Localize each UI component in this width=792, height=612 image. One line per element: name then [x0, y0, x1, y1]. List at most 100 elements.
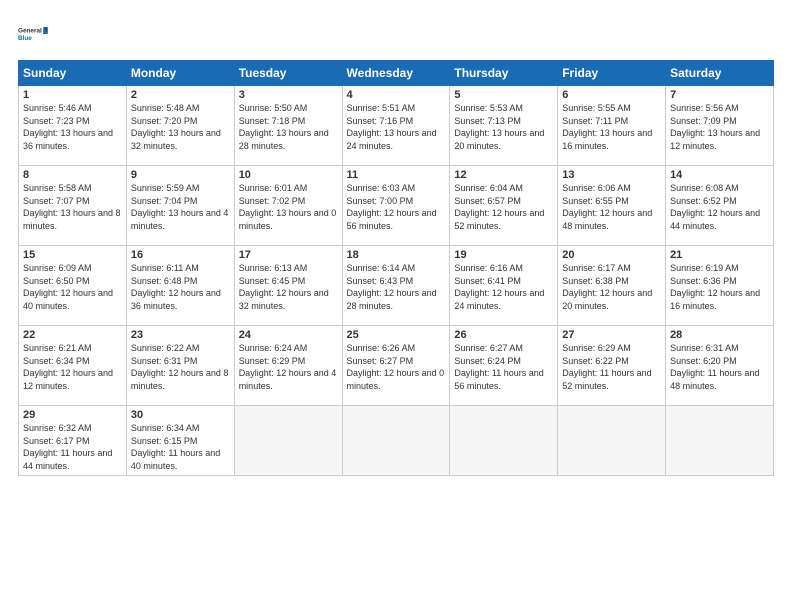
calendar-cell: 26Sunrise: 6:27 AMSunset: 6:24 PMDayligh…: [450, 326, 558, 406]
day-number: 22: [23, 329, 122, 341]
day-number: 26: [454, 329, 553, 341]
day-info: Sunrise: 6:26 AMSunset: 6:27 PMDaylight:…: [347, 342, 446, 392]
calendar-cell: 19Sunrise: 6:16 AMSunset: 6:41 PMDayligh…: [450, 246, 558, 326]
day-number: 18: [347, 249, 446, 261]
day-number: 14: [670, 169, 769, 181]
day-info: Sunrise: 6:21 AMSunset: 6:34 PMDaylight:…: [23, 342, 122, 392]
day-number: 24: [239, 329, 338, 341]
day-info: Sunrise: 6:16 AMSunset: 6:41 PMDaylight:…: [454, 262, 553, 312]
day-info: Sunrise: 5:53 AMSunset: 7:13 PMDaylight:…: [454, 102, 553, 152]
day-info: Sunrise: 6:11 AMSunset: 6:48 PMDaylight:…: [131, 262, 230, 312]
calendar-cell: 10Sunrise: 6:01 AMSunset: 7:02 PMDayligh…: [234, 166, 342, 246]
week-row-5: 29Sunrise: 6:32 AMSunset: 6:17 PMDayligh…: [19, 406, 774, 476]
day-info: Sunrise: 5:46 AMSunset: 7:23 PMDaylight:…: [23, 102, 122, 152]
calendar-cell: 29Sunrise: 6:32 AMSunset: 6:17 PMDayligh…: [19, 406, 127, 476]
calendar-cell: 27Sunrise: 6:29 AMSunset: 6:22 PMDayligh…: [558, 326, 666, 406]
calendar-cell: 25Sunrise: 6:26 AMSunset: 6:27 PMDayligh…: [342, 326, 450, 406]
calendar-cell: 16Sunrise: 6:11 AMSunset: 6:48 PMDayligh…: [126, 246, 234, 326]
day-number: 9: [131, 169, 230, 181]
week-row-4: 22Sunrise: 6:21 AMSunset: 6:34 PMDayligh…: [19, 326, 774, 406]
day-number: 4: [347, 89, 446, 101]
day-number: 6: [562, 89, 661, 101]
day-number: 19: [454, 249, 553, 261]
calendar-cell: 28Sunrise: 6:31 AMSunset: 6:20 PMDayligh…: [666, 326, 774, 406]
day-number: 25: [347, 329, 446, 341]
day-number: 11: [347, 169, 446, 181]
day-info: Sunrise: 5:56 AMSunset: 7:09 PMDaylight:…: [670, 102, 769, 152]
calendar-cell: [450, 406, 558, 476]
day-info: Sunrise: 5:55 AMSunset: 7:11 PMDaylight:…: [562, 102, 661, 152]
calendar-cell: 15Sunrise: 6:09 AMSunset: 6:50 PMDayligh…: [19, 246, 127, 326]
calendar-cell: 23Sunrise: 6:22 AMSunset: 6:31 PMDayligh…: [126, 326, 234, 406]
calendar-cell: 13Sunrise: 6:06 AMSunset: 6:55 PMDayligh…: [558, 166, 666, 246]
day-info: Sunrise: 6:09 AMSunset: 6:50 PMDaylight:…: [23, 262, 122, 312]
day-info: Sunrise: 6:34 AMSunset: 6:15 PMDaylight:…: [131, 422, 230, 472]
weekday-header-tuesday: Tuesday: [234, 61, 342, 86]
svg-text:General: General: [18, 28, 42, 35]
calendar-cell: 5Sunrise: 5:53 AMSunset: 7:13 PMDaylight…: [450, 86, 558, 166]
day-number: 30: [131, 409, 230, 421]
day-number: 28: [670, 329, 769, 341]
calendar-cell: 17Sunrise: 6:13 AMSunset: 6:45 PMDayligh…: [234, 246, 342, 326]
day-info: Sunrise: 6:13 AMSunset: 6:45 PMDaylight:…: [239, 262, 338, 312]
day-info: Sunrise: 6:29 AMSunset: 6:22 PMDaylight:…: [562, 342, 661, 392]
calendar-cell: 12Sunrise: 6:04 AMSunset: 6:57 PMDayligh…: [450, 166, 558, 246]
day-info: Sunrise: 6:32 AMSunset: 6:17 PMDaylight:…: [23, 422, 122, 472]
calendar-cell: 3Sunrise: 5:50 AMSunset: 7:18 PMDaylight…: [234, 86, 342, 166]
day-number: 7: [670, 89, 769, 101]
day-number: 5: [454, 89, 553, 101]
day-info: Sunrise: 5:48 AMSunset: 7:20 PMDaylight:…: [131, 102, 230, 152]
day-number: 12: [454, 169, 553, 181]
day-number: 27: [562, 329, 661, 341]
day-number: 10: [239, 169, 338, 181]
day-number: 3: [239, 89, 338, 101]
day-info: Sunrise: 6:03 AMSunset: 7:00 PMDaylight:…: [347, 182, 446, 232]
day-number: 13: [562, 169, 661, 181]
calendar-cell: 1Sunrise: 5:46 AMSunset: 7:23 PMDaylight…: [19, 86, 127, 166]
logo-icon: GeneralBlue: [18, 18, 50, 50]
day-number: 21: [670, 249, 769, 261]
day-info: Sunrise: 6:31 AMSunset: 6:20 PMDaylight:…: [670, 342, 769, 392]
calendar-table: SundayMondayTuesdayWednesdayThursdayFrid…: [18, 60, 774, 476]
week-row-3: 15Sunrise: 6:09 AMSunset: 6:50 PMDayligh…: [19, 246, 774, 326]
week-row-1: 1Sunrise: 5:46 AMSunset: 7:23 PMDaylight…: [19, 86, 774, 166]
day-info: Sunrise: 6:17 AMSunset: 6:38 PMDaylight:…: [562, 262, 661, 312]
calendar-cell: 30Sunrise: 6:34 AMSunset: 6:15 PMDayligh…: [126, 406, 234, 476]
day-number: 8: [23, 169, 122, 181]
calendar-cell: 22Sunrise: 6:21 AMSunset: 6:34 PMDayligh…: [19, 326, 127, 406]
calendar-cell: 9Sunrise: 5:59 AMSunset: 7:04 PMDaylight…: [126, 166, 234, 246]
calendar-cell: 11Sunrise: 6:03 AMSunset: 7:00 PMDayligh…: [342, 166, 450, 246]
day-number: 15: [23, 249, 122, 261]
day-info: Sunrise: 5:58 AMSunset: 7:07 PMDaylight:…: [23, 182, 122, 232]
day-info: Sunrise: 6:06 AMSunset: 6:55 PMDaylight:…: [562, 182, 661, 232]
day-info: Sunrise: 6:27 AMSunset: 6:24 PMDaylight:…: [454, 342, 553, 392]
day-info: Sunrise: 6:24 AMSunset: 6:29 PMDaylight:…: [239, 342, 338, 392]
calendar-cell: 20Sunrise: 6:17 AMSunset: 6:38 PMDayligh…: [558, 246, 666, 326]
weekday-header-wednesday: Wednesday: [342, 61, 450, 86]
calendar-cell: 14Sunrise: 6:08 AMSunset: 6:52 PMDayligh…: [666, 166, 774, 246]
calendar-cell: 4Sunrise: 5:51 AMSunset: 7:16 PMDaylight…: [342, 86, 450, 166]
day-number: 17: [239, 249, 338, 261]
calendar-cell: 8Sunrise: 5:58 AMSunset: 7:07 PMDaylight…: [19, 166, 127, 246]
calendar-cell: [558, 406, 666, 476]
calendar-cell: 21Sunrise: 6:19 AMSunset: 6:36 PMDayligh…: [666, 246, 774, 326]
day-number: 20: [562, 249, 661, 261]
week-row-2: 8Sunrise: 5:58 AMSunset: 7:07 PMDaylight…: [19, 166, 774, 246]
weekday-header-row: SundayMondayTuesdayWednesdayThursdayFrid…: [19, 61, 774, 86]
weekday-header-monday: Monday: [126, 61, 234, 86]
calendar-cell: [342, 406, 450, 476]
weekday-header-thursday: Thursday: [450, 61, 558, 86]
day-info: Sunrise: 6:08 AMSunset: 6:52 PMDaylight:…: [670, 182, 769, 232]
day-info: Sunrise: 6:14 AMSunset: 6:43 PMDaylight:…: [347, 262, 446, 312]
day-number: 2: [131, 89, 230, 101]
header: GeneralBlue: [18, 18, 774, 50]
day-number: 16: [131, 249, 230, 261]
calendar-page: GeneralBlue SundayMondayTuesdayWednesday…: [0, 0, 792, 612]
day-info: Sunrise: 6:19 AMSunset: 6:36 PMDaylight:…: [670, 262, 769, 312]
calendar-cell: 2Sunrise: 5:48 AMSunset: 7:20 PMDaylight…: [126, 86, 234, 166]
calendar-cell: [234, 406, 342, 476]
day-number: 1: [23, 89, 122, 101]
svg-text:Blue: Blue: [18, 35, 32, 42]
logo: GeneralBlue: [18, 18, 50, 50]
weekday-header-sunday: Sunday: [19, 61, 127, 86]
